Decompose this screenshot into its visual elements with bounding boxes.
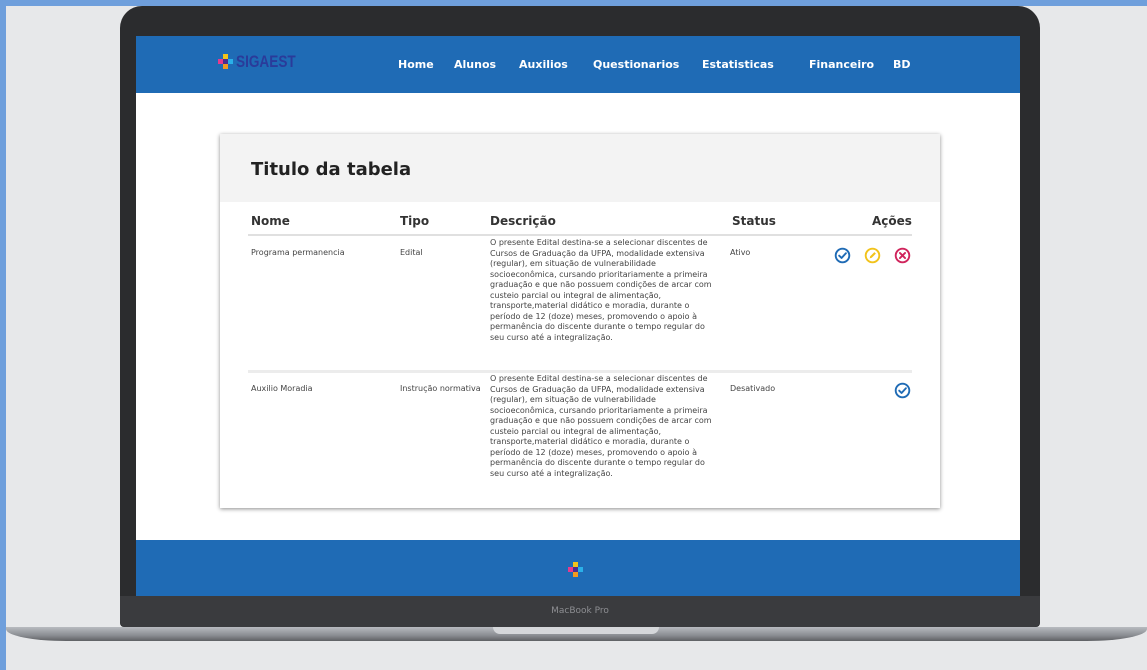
background: MacBook Pro SIGAEST Home Alunos Auxilios… <box>6 6 1147 670</box>
row-2-nome: Auxilio Moradia <box>251 384 313 393</box>
column-header-status: Status <box>732 214 776 228</box>
column-header-descricao: Descrição <box>490 214 556 228</box>
nav-auxilios[interactable]: Auxilios <box>519 58 568 71</box>
nav-questionarios[interactable]: Questionarios <box>593 58 679 71</box>
nav-estatisticas[interactable]: Estatisticas <box>702 58 774 71</box>
brand-logo[interactable]: SIGAEST <box>218 52 318 74</box>
laptop-notch <box>493 627 659 634</box>
app-screen: SIGAEST Home Alunos Auxilios Questionari… <box>136 36 1020 596</box>
check-icon[interactable] <box>894 382 911 399</box>
column-header-nome: Nome <box>251 214 290 228</box>
row-1-descricao: O presente Edital destina-se a seleciona… <box>490 238 712 342</box>
row-1-status: Ativo <box>730 248 751 257</box>
top-navbar: SIGAEST Home Alunos Auxilios Questionari… <box>136 36 1020 93</box>
brand-name: SIGAEST <box>236 52 296 71</box>
logo-icon <box>218 54 233 69</box>
device-label: MacBook Pro <box>551 606 609 616</box>
column-header-acoes: Ações <box>872 214 912 228</box>
nav-bd[interactable]: BD <box>893 58 911 71</box>
nav-financeiro[interactable]: Financeiro <box>809 58 874 71</box>
footer-logo-icon <box>568 562 583 577</box>
nav-alunos[interactable]: Alunos <box>454 58 496 71</box>
row-divider <box>248 370 912 373</box>
table-title: Titulo da tabela <box>251 159 412 180</box>
row-2-descricao: O presente Edital destina-se a seleciona… <box>490 374 712 478</box>
table-card: Titulo da tabela Nome Tipo Descrição Sta… <box>220 134 940 508</box>
check-icon[interactable] <box>834 247 851 264</box>
row-2-status: Desativado <box>730 384 776 393</box>
page-footer <box>136 540 1020 596</box>
edit-icon[interactable] <box>864 247 881 264</box>
laptop-chin: MacBook Pro <box>120 596 1040 627</box>
row-1-tipo: Edital <box>400 248 423 257</box>
row-2-tipo: Instrução normativa <box>400 384 481 393</box>
delete-icon[interactable] <box>894 247 911 264</box>
nav-home[interactable]: Home <box>398 58 434 71</box>
table-card-header: Titulo da tabela <box>220 134 940 202</box>
header-divider <box>248 234 912 236</box>
column-header-tipo: Tipo <box>400 214 430 228</box>
row-1-nome: Programa permanencia <box>251 248 345 257</box>
